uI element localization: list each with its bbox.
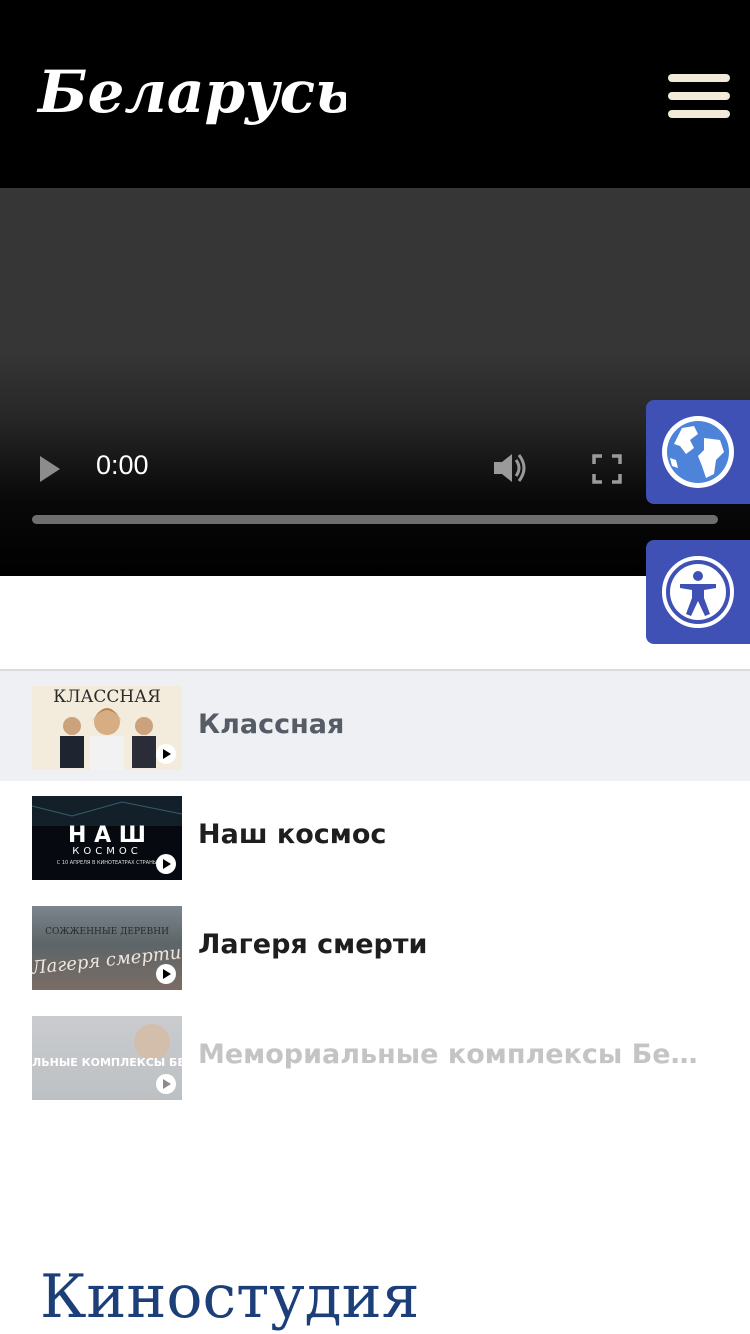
- play-icon: [156, 854, 176, 874]
- video-thumbnail: СОЖЖЕННЫЕ ДЕРЕВНИ Лагеря смерти: [32, 906, 182, 990]
- video-current-time: 0:00: [96, 450, 149, 480]
- svg-text:СОЖЖЕННЫЕ ДЕРЕВНИ: СОЖЖЕННЫЕ ДЕРЕВНИ: [45, 927, 169, 937]
- logo-text: Беларусьфільм: [36, 58, 346, 126]
- accessibility-button[interactable]: [646, 540, 750, 644]
- play-icon: [156, 964, 176, 984]
- section-title: Киностудия: [40, 1262, 420, 1332]
- video-thumbnail: МЕМОРИАЛЬНЫЕ КОМПЛЕКСЫ БЕЛАРУСИ: [32, 1016, 182, 1100]
- svg-text:КОСМОС: КОСМОС: [72, 846, 141, 857]
- play-icon: [156, 1074, 176, 1094]
- fullscreen-icon[interactable]: [590, 452, 624, 486]
- svg-text:С 10 АПРЕЛЯ В КИНОТЕАТРАХ СТРА: С 10 АПРЕЛЯ В КИНОТЕАТРАХ СТРАНЫ: [57, 860, 158, 866]
- playlist-item-title: Наш космос: [198, 819, 387, 850]
- menu-line: [668, 110, 730, 118]
- language-button[interactable]: [646, 400, 750, 504]
- menu-line: [668, 92, 730, 100]
- play-icon[interactable]: [36, 454, 66, 484]
- playlist-item[interactable]: СОЖЖЕННЫЕ ДЕРЕВНИ Лагеря смерти Лагеря с…: [0, 891, 750, 1001]
- playlist-item[interactable]: Н А Ш КОСМОС С 10 АПРЕЛЯ В КИНОТЕАТРАХ С…: [0, 781, 750, 891]
- svg-text:КЛАССНАЯ: КЛАССНАЯ: [53, 687, 161, 707]
- menu-line: [668, 74, 730, 82]
- video-progress-bar[interactable]: [32, 515, 718, 524]
- globe-icon: [662, 416, 734, 488]
- svg-text:Н А Ш: Н А Ш: [68, 823, 146, 848]
- video-thumbnail: КЛАССНАЯ: [32, 686, 182, 770]
- playlist-item-title: Мемориальные комплексы Беларуси: [198, 1039, 708, 1070]
- playlist-item[interactable]: МЕМОРИАЛЬНЫЕ КОМПЛЕКСЫ БЕЛАРУСИ Мемориал…: [0, 1001, 750, 1111]
- accessibility-icon: [662, 556, 734, 628]
- playlist-item-title: Лагеря смерти: [198, 929, 428, 960]
- svg-text:МЕМОРИАЛЬНЫЕ КОМПЛЕКСЫ БЕЛАРУС: МЕМОРИАЛЬНЫЕ КОМПЛЕКСЫ БЕЛАРУСИ: [32, 1056, 182, 1069]
- site-logo[interactable]: Беларусьфільм: [36, 46, 346, 146]
- hamburger-menu-icon[interactable]: [664, 70, 734, 122]
- playlist-item-title: Классная: [198, 709, 345, 740]
- video-playlist: КЛАССНАЯ Классная Н А Ш КОСМОС С 10 АПРЕ…: [0, 671, 750, 1111]
- playlist-item[interactable]: КЛАССНАЯ Классная: [0, 671, 750, 781]
- play-icon: [156, 744, 176, 764]
- video-thumbnail: Н А Ш КОСМОС С 10 АПРЕЛЯ В КИНОТЕАТРАХ С…: [32, 796, 182, 880]
- video-player[interactable]: 0:00: [0, 188, 750, 576]
- site-header: Беларусьфільм: [0, 0, 750, 188]
- volume-icon[interactable]: [490, 450, 530, 486]
